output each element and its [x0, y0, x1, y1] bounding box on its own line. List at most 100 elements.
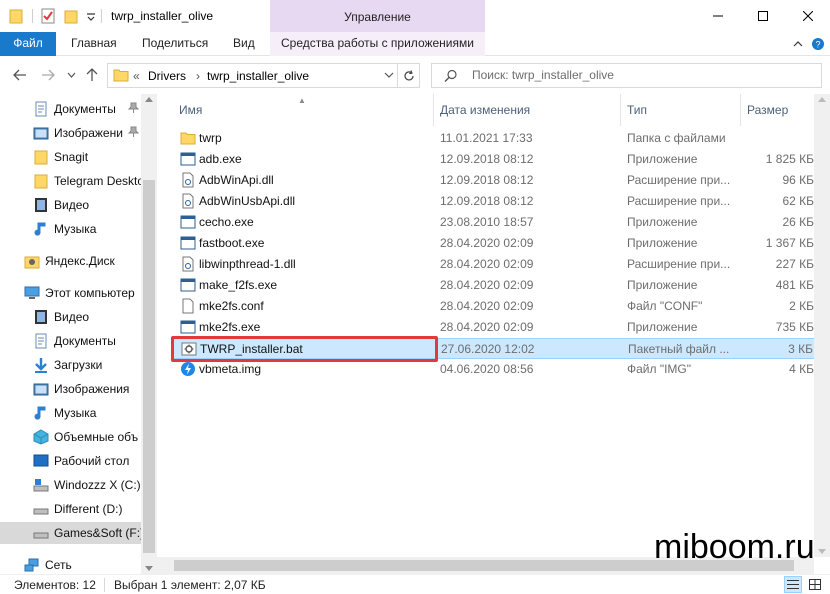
- file-row-vbmeta[interactable]: vbmeta.img 04.06.2020 08:56 Файл "IMG" 4…: [171, 359, 817, 380]
- sort-ascending-icon: ▲: [298, 96, 306, 105]
- nav-item-video[interactable]: Видео: [0, 194, 141, 216]
- tab-view[interactable]: Вид: [233, 32, 255, 56]
- column-divider[interactable]: [433, 94, 434, 126]
- nav-item-documents-pinned[interactable]: Документы: [0, 98, 141, 120]
- breadcrumb-overflow[interactable]: «: [133, 69, 140, 83]
- tab-file[interactable]: Файл: [0, 32, 56, 56]
- nav-item-pictures[interactable]: Изображения: [0, 378, 141, 400]
- manage-context-tab[interactable]: Управление: [270, 0, 485, 32]
- recent-locations-button[interactable]: [66, 67, 76, 83]
- file-list-scrollbar[interactable]: [814, 94, 830, 557]
- window-title: twrp_installer_olive: [111, 9, 214, 23]
- nav-item-yandex-disk[interactable]: Яндекс.Диск: [0, 250, 141, 272]
- nav-item-desktop[interactable]: Рабочий стол: [0, 450, 141, 472]
- breadcrumb-current[interactable]: twrp_installer_olive: [207, 69, 309, 83]
- nav-item-label: Snagit: [54, 150, 89, 164]
- nav-item-3d-objects[interactable]: Объемные объ: [0, 426, 141, 448]
- file-date: 12.09.2018 08:12: [440, 194, 534, 208]
- search-input[interactable]: [472, 68, 812, 82]
- scroll-up-icon[interactable]: [145, 97, 153, 102]
- nav-item-snagit[interactable]: Snagit: [0, 146, 141, 168]
- column-header-name[interactable]: Имя: [179, 103, 202, 117]
- nav-item-drive-d[interactable]: Different (D:): [0, 498, 141, 520]
- watermark: miboom.ru: [654, 528, 815, 566]
- tab-app-tools[interactable]: Средства работы с приложениями: [270, 32, 485, 56]
- file-row-adbwinapi[interactable]: AdbWinApi.dll 12.09.2018 08:12 Расширени…: [171, 170, 817, 191]
- file-row-adb[interactable]: adb.exe 12.09.2018 08:12 Приложение 1 82…: [171, 149, 817, 170]
- up-button[interactable]: [84, 67, 100, 83]
- help-icon[interactable]: ?: [811, 37, 825, 51]
- breadcrumb-drivers[interactable]: Drivers: [148, 69, 186, 83]
- folder-icon: [34, 174, 48, 189]
- folder-icon[interactable]: [9, 8, 23, 24]
- nav-item-label: Изображения: [54, 382, 130, 396]
- forward-button[interactable]: [40, 67, 56, 83]
- file-row-adbwinusbapi[interactable]: AdbWinUsbApi.dll 12.09.2018 08:12 Расшир…: [171, 191, 817, 212]
- properties-icon[interactable]: [41, 8, 55, 24]
- tab-home[interactable]: Главная: [71, 32, 117, 56]
- nav-scroll-thumb[interactable]: [143, 180, 155, 553]
- music-icon: [34, 222, 46, 236]
- nav-item-drive-c[interactable]: Windozzz X (C:): [0, 474, 141, 496]
- column-divider[interactable]: [620, 94, 621, 126]
- pin-icon[interactable]: [127, 126, 139, 138]
- nav-item-label: Рабочий стол: [54, 454, 130, 468]
- nav-item-pc-documents[interactable]: Документы: [0, 330, 141, 352]
- address-bar[interactable]: « Drivers › twrp_installer_olive: [107, 63, 420, 88]
- maximize-button[interactable]: [740, 0, 786, 32]
- scroll-down-icon[interactable]: [818, 549, 826, 554]
- column-header-size[interactable]: Размер: [747, 103, 788, 117]
- nav-item-pc-video[interactable]: Видео: [0, 306, 141, 328]
- nav-item-label: Документы: [54, 102, 116, 116]
- tab-share[interactable]: Поделиться: [142, 32, 208, 56]
- file-row-fastboot[interactable]: fastboot.exe 28.04.2020 02:09 Приложение…: [171, 233, 817, 254]
- file-date: 28.04.2020 02:09: [440, 236, 534, 250]
- nav-item-label: Видео: [54, 310, 90, 324]
- close-button[interactable]: [785, 0, 830, 32]
- nav-item-label: Windozzz X (C:): [54, 478, 141, 492]
- nav-item-pictures-pinned[interactable]: Изображени: [0, 122, 141, 144]
- column-header-type[interactable]: Тип: [627, 103, 647, 117]
- file-row-twrp[interactable]: twrp 11.01.2021 17:33 Папка с файлами: [171, 128, 817, 149]
- status-bar: Элементов: 12 Выбран 1 элемент: 2,07 КБ: [0, 574, 830, 594]
- minimize-button[interactable]: [695, 0, 741, 32]
- selection-info: Выбран 1 элемент: 2,07 КБ: [114, 578, 266, 592]
- refresh-button[interactable]: [397, 64, 420, 87]
- file-row-libwinpthread[interactable]: libwinpthread-1.dll 28.04.2020 02:09 Рас…: [171, 254, 817, 275]
- file-type: Приложение: [627, 215, 698, 229]
- large-icons-view-button[interactable]: [806, 576, 824, 593]
- file-size: 227 КБ: [775, 257, 814, 271]
- maximize-icon: [758, 11, 768, 21]
- file-row-mke2fs-exe[interactable]: mke2fs.exe 28.04.2020 02:09 Приложение 7…: [171, 317, 817, 338]
- chevron-up-icon[interactable]: [792, 37, 804, 51]
- back-button[interactable]: [12, 67, 28, 83]
- nav-item-label: Этот компьютер: [45, 286, 135, 300]
- column-divider[interactable]: [740, 94, 741, 126]
- file-type: Расширение при...: [627, 173, 731, 187]
- nav-scrollbar[interactable]: [141, 94, 157, 574]
- nav-item-telegram[interactable]: Telegram Deskto: [0, 170, 141, 192]
- new-folder-icon[interactable]: [64, 8, 78, 24]
- pin-icon[interactable]: [127, 102, 139, 114]
- file-row-mke2fs-conf[interactable]: mke2fs.conf 28.04.2020 02:09 Файл "CONF"…: [171, 296, 817, 317]
- nav-item-network[interactable]: Сеть: [0, 554, 141, 574]
- breadcrumb-separator[interactable]: ›: [196, 69, 200, 83]
- nav-item-drive-f[interactable]: Games&Soft (F:): [0, 522, 141, 544]
- chevron-down-icon[interactable]: [384, 71, 394, 79]
- customize-quick-access-icon[interactable]: [86, 8, 96, 24]
- file-row-make-f2fs[interactable]: make_f2fs.exe 28.04.2020 02:09 Приложени…: [171, 275, 817, 296]
- nav-item-music[interactable]: Музыка: [0, 218, 141, 240]
- arrow-up-icon: [86, 68, 98, 81]
- scroll-up-icon[interactable]: [818, 97, 826, 102]
- scroll-down-icon[interactable]: [145, 566, 153, 571]
- file-name: AdbWinApi.dll: [199, 173, 274, 187]
- search-box[interactable]: [431, 63, 822, 88]
- nav-item-downloads[interactable]: Загрузки: [0, 354, 141, 376]
- nav-item-this-pc[interactable]: Этот компьютер: [0, 282, 141, 304]
- column-header-date[interactable]: Дата изменения: [440, 103, 530, 117]
- file-size: 96 КБ: [782, 173, 814, 187]
- nav-item-pc-music[interactable]: Музыка: [0, 402, 141, 424]
- details-view-button[interactable]: [784, 576, 802, 593]
- file-row-cecho[interactable]: cecho.exe 23.08.2010 18:57 Приложение 26…: [171, 212, 817, 233]
- file-type: Расширение при...: [627, 257, 731, 271]
